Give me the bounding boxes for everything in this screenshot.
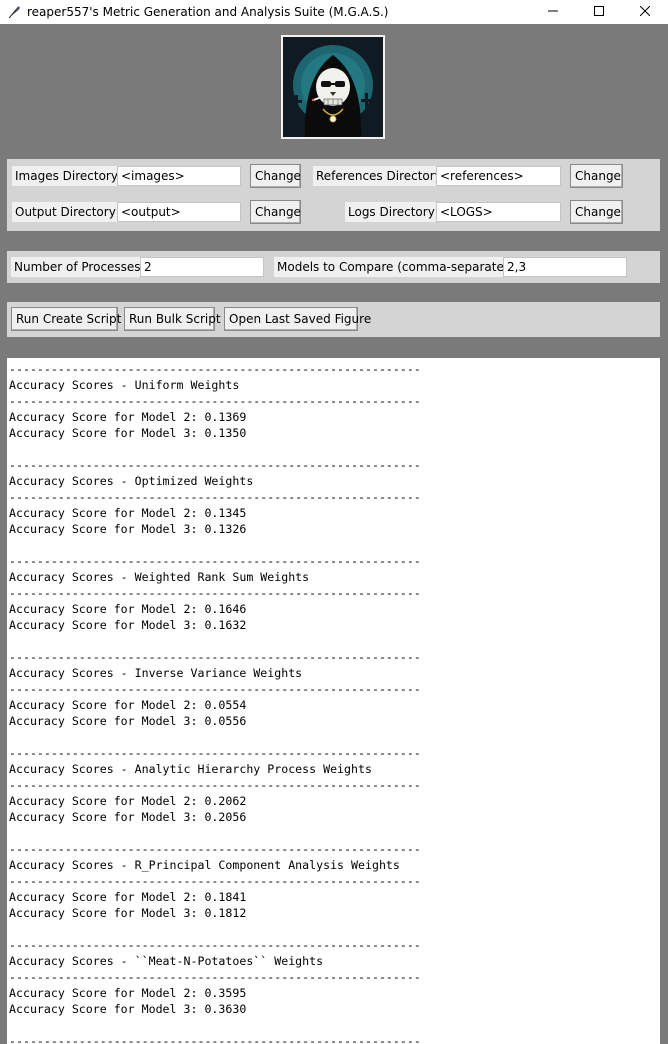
change-images-button[interactable]: Change xyxy=(250,164,301,188)
output-line: Accuracy Score for Model 2: 0.3595 xyxy=(9,986,247,1000)
output-directory-label: Output Directory xyxy=(12,202,119,222)
options-panel: Number of Processes Models to Compare (c… xyxy=(7,251,660,283)
output-line: ----------------------------------------… xyxy=(9,394,421,408)
output-line: ----------------------------------------… xyxy=(9,650,421,664)
open-last-saved-figure-button[interactable]: Open Last Saved Figure xyxy=(224,307,371,331)
output-line: Accuracy Scores - Inverse Variance Weigh… xyxy=(9,666,303,680)
output-line: Accuracy Score for Model 2: 0.1841 xyxy=(9,890,247,904)
directories-panel: Images Directory Change References Direc… xyxy=(7,159,660,231)
output-line: ----------------------------------------… xyxy=(9,746,421,760)
window-title: reaper557's Metric Generation and Analys… xyxy=(27,5,389,19)
output-line: ----------------------------------------… xyxy=(9,1034,421,1044)
output-line: Accuracy Scores - Uniform Weights xyxy=(9,378,240,392)
output-line: Accuracy Score for Model 3: 0.2056 xyxy=(9,810,247,824)
maximize-button[interactable] xyxy=(576,0,622,24)
output-line: Accuracy Scores - R_Principal Component … xyxy=(9,858,400,872)
output-line: Accuracy Score for Model 3: 0.1812 xyxy=(9,906,247,920)
minimize-button[interactable] xyxy=(530,0,576,24)
images-directory-input[interactable] xyxy=(117,166,241,186)
number-of-processes-label: Number of Processes xyxy=(11,257,144,277)
output-line: Accuracy Score for Model 3: 0.1326 xyxy=(9,522,247,536)
actions-panel: Run Create Script Run Bulk Script Open L… xyxy=(7,302,660,337)
output-line: Accuracy Scores - ``Meat-N-Potatoes`` We… xyxy=(9,954,324,968)
models-to-compare-input[interactable] xyxy=(503,257,627,277)
number-of-processes-input[interactable] xyxy=(140,257,264,277)
run-create-script-button[interactable]: Run Create Script xyxy=(11,307,121,331)
output-console[interactable]: ----------------------------------------… xyxy=(7,358,660,1044)
output-line: ----------------------------------------… xyxy=(9,778,421,792)
feather-icon xyxy=(6,4,22,20)
output-line: ----------------------------------------… xyxy=(9,554,421,568)
references-directory-input[interactable] xyxy=(436,166,561,186)
output-line: Accuracy Score for Model 2: 0.1646 xyxy=(9,602,247,616)
output-line: Accuracy Score for Model 3: 0.0556 xyxy=(9,714,247,728)
output-line: Accuracy Scores - Weighted Rank Sum Weig… xyxy=(9,570,310,584)
window-controls xyxy=(530,0,668,24)
logs-directory-input[interactable] xyxy=(436,202,561,222)
change-output-button[interactable]: Change xyxy=(250,200,301,224)
output-line: Accuracy Scores - Analytic Hierarchy Pro… xyxy=(9,762,372,776)
output-line: Accuracy Score for Model 3: 0.1632 xyxy=(9,618,247,632)
output-line: ----------------------------------------… xyxy=(9,362,421,376)
output-line: ----------------------------------------… xyxy=(9,682,421,696)
output-line: ----------------------------------------… xyxy=(9,490,421,504)
close-icon xyxy=(639,5,651,19)
output-line: Accuracy Score for Model 2: 0.1369 xyxy=(9,410,247,424)
output-line: Accuracy Score for Model 2: 0.0554 xyxy=(9,698,247,712)
output-line: ----------------------------------------… xyxy=(9,874,421,888)
output-line: Accuracy Score for Model 2: 0.1345 xyxy=(9,506,247,520)
output-line: ----------------------------------------… xyxy=(9,970,421,984)
title-bar: reaper557's Metric Generation and Analys… xyxy=(0,0,668,24)
output-line: ----------------------------------------… xyxy=(9,586,421,600)
change-logs-button[interactable]: Change xyxy=(570,200,623,224)
logs-directory-label: Logs Directory xyxy=(345,202,438,222)
models-to-compare-label: Models to Compare (comma-separated) xyxy=(274,257,520,277)
run-bulk-script-button[interactable]: Run Bulk Script xyxy=(124,307,221,331)
change-references-button[interactable]: Change xyxy=(570,164,623,188)
maximize-icon xyxy=(594,5,604,19)
minimize-icon xyxy=(548,5,558,19)
output-line: Accuracy Score for Model 3: 0.1350 xyxy=(9,426,247,440)
references-directory-label: References Directory xyxy=(313,166,445,186)
output-line: Accuracy Scores - Optimized Weights xyxy=(9,474,254,488)
output-line: ----------------------------------------… xyxy=(9,458,421,472)
grim-reaper-logo xyxy=(281,35,385,139)
output-directory-input[interactable] xyxy=(117,202,241,222)
output-line: Accuracy Score for Model 3: 0.3630 xyxy=(9,1002,247,1016)
output-line: Accuracy Score for Model 2: 0.2062 xyxy=(9,794,247,808)
images-directory-label: Images Directory xyxy=(12,166,121,186)
output-line: ----------------------------------------… xyxy=(9,842,421,856)
output-line: ----------------------------------------… xyxy=(9,938,421,952)
close-button[interactable] xyxy=(622,0,668,24)
